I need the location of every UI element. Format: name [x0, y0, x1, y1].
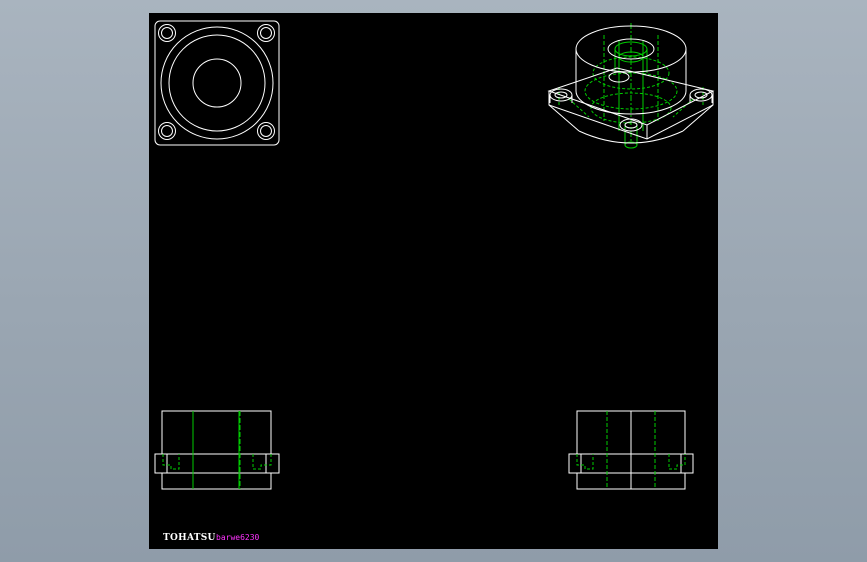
part-number-label: barwe6230 — [216, 533, 260, 542]
bolt-hole — [260, 125, 272, 137]
flange-body-circle — [168, 34, 266, 132]
cad-drawing — [154, 20, 715, 490]
bolt-hole — [260, 27, 272, 39]
bolt-hole — [161, 27, 173, 39]
front-view-left — [154, 410, 280, 490]
brand-logo-text: TOHATSU — [163, 533, 216, 543]
drawing-sheet[interactable]: TOHATSU barwe6230 — [149, 13, 718, 549]
isometric-view — [547, 23, 715, 149]
bore-circle — [192, 58, 242, 108]
flange-outer-circle — [160, 26, 274, 140]
top-view — [154, 20, 280, 146]
front-view-right — [568, 410, 694, 490]
bolt-hole — [161, 125, 173, 137]
iso-hidden-lines — [558, 23, 704, 149]
